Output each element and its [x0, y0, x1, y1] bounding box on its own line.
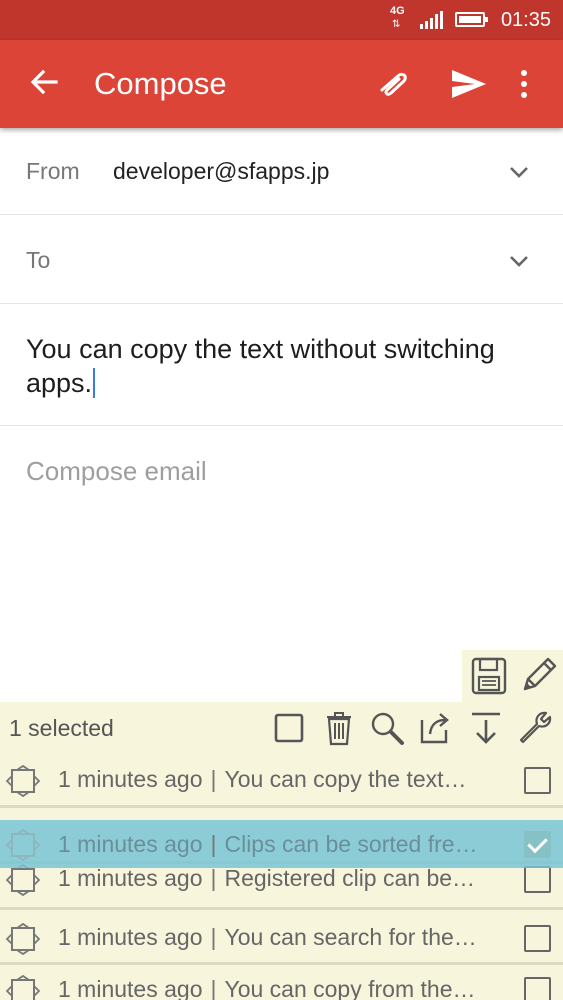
- trash-icon[interactable]: [319, 708, 359, 748]
- pencil-icon[interactable]: [518, 654, 560, 696]
- clip-time: 1 minutes ago: [58, 976, 203, 1000]
- clip-checkbox[interactable]: [524, 866, 551, 893]
- text-cursor: [93, 368, 96, 398]
- clip-preview: You can copy from the…: [224, 976, 476, 1000]
- export-icon[interactable]: [466, 708, 506, 748]
- subject-text: You can copy the text without switching …: [26, 334, 495, 398]
- clip-preview: You can copy the text…: [224, 766, 467, 792]
- send-icon[interactable]: [448, 64, 488, 104]
- list-item[interactable]: 1 minutes ago | You can search for the…: [0, 912, 563, 964]
- from-row[interactable]: From developer@sfapps.jp: [0, 128, 563, 215]
- divider: [0, 805, 563, 808]
- clip-checkbox[interactable]: [524, 925, 551, 952]
- save-icon[interactable]: [470, 656, 508, 696]
- clip-separator: |: [210, 924, 217, 950]
- attachment-icon[interactable]: [374, 66, 414, 102]
- clip-preview: Registered clip can be…: [224, 865, 476, 891]
- clip-checkbox-checked[interactable]: [524, 831, 551, 858]
- more-options-icon[interactable]: [512, 64, 536, 104]
- to-row[interactable]: To: [0, 215, 563, 304]
- clip-drag-handle-icon[interactable]: [5, 863, 41, 897]
- subject-text-container[interactable]: You can copy the text without switching …: [26, 332, 546, 400]
- clip-separator: |: [210, 865, 217, 891]
- chevron-down-icon[interactable]: [505, 158, 533, 186]
- share-icon[interactable]: [416, 708, 456, 748]
- network-type-indicator: 4G: [390, 5, 405, 17]
- clip-floating-buttons: [462, 650, 563, 702]
- to-label: To: [26, 247, 51, 273]
- battery-icon: [455, 12, 488, 27]
- clip-text: 1 minutes ago | You can copy from the…: [58, 976, 508, 1000]
- search-icon[interactable]: [367, 708, 407, 748]
- clip-text: 1 minutes ago | You can copy the text…: [58, 766, 508, 793]
- clip-time: 1 minutes ago: [58, 924, 203, 950]
- clip-time: 1 minutes ago: [58, 865, 203, 891]
- chevron-down-icon[interactable]: [505, 247, 533, 275]
- clock: 01:35: [500, 9, 551, 31]
- clip-manager-panel: 1 selected 1 minutes ago | You can copy th…: [0, 702, 563, 1000]
- list-item-dragging[interactable]: 1 minutes ago | Clips can be sorted fre…: [0, 820, 563, 868]
- clip-drag-handle-icon[interactable]: [5, 974, 41, 1000]
- clip-preview: Clips can be sorted fre…: [224, 831, 478, 857]
- clip-time: 1 minutes ago: [58, 766, 203, 792]
- clip-text: 1 minutes ago | Clips can be sorted fre…: [58, 831, 508, 858]
- page-title: Compose: [94, 66, 227, 101]
- clip-text: 1 minutes ago | Registered clip can be…: [58, 865, 508, 892]
- clip-checkbox[interactable]: [524, 767, 551, 794]
- selected-count: 1 selected: [9, 715, 114, 741]
- status-bar: 4G ⇅ 01:35: [0, 0, 563, 40]
- divider: [0, 907, 563, 910]
- clip-checkbox[interactable]: [524, 977, 551, 1000]
- clip-drag-handle-icon[interactable]: [5, 828, 41, 862]
- clip-separator: |: [210, 976, 217, 1000]
- clip-drag-handle-icon[interactable]: [5, 764, 41, 798]
- clip-time: 1 minutes ago: [58, 831, 203, 857]
- app-bar: Compose: [0, 40, 563, 128]
- clip-separator: |: [210, 831, 217, 857]
- clip-separator: |: [210, 766, 217, 792]
- from-label: From: [26, 158, 80, 184]
- signal-icon: [420, 11, 443, 29]
- data-activity-icon: ⇅: [392, 19, 401, 30]
- select-all-checkbox-icon[interactable]: [269, 708, 309, 748]
- list-item[interactable]: 1 minutes ago | You can copy from the…: [0, 964, 563, 1000]
- from-account[interactable]: developer@sfapps.jp: [113, 158, 329, 185]
- back-arrow-icon[interactable]: [26, 64, 62, 100]
- clip-preview: You can search for the…: [224, 924, 477, 950]
- wrench-icon[interactable]: [515, 708, 555, 748]
- subject-field[interactable]: You can copy the text without switching …: [0, 304, 563, 426]
- clip-text: 1 minutes ago | You can search for the…: [58, 924, 508, 951]
- email-body-input[interactable]: Compose email: [26, 456, 207, 487]
- list-item[interactable]: 1 minutes ago | You can copy the text…: [0, 754, 563, 806]
- clip-drag-handle-icon[interactable]: [5, 922, 41, 956]
